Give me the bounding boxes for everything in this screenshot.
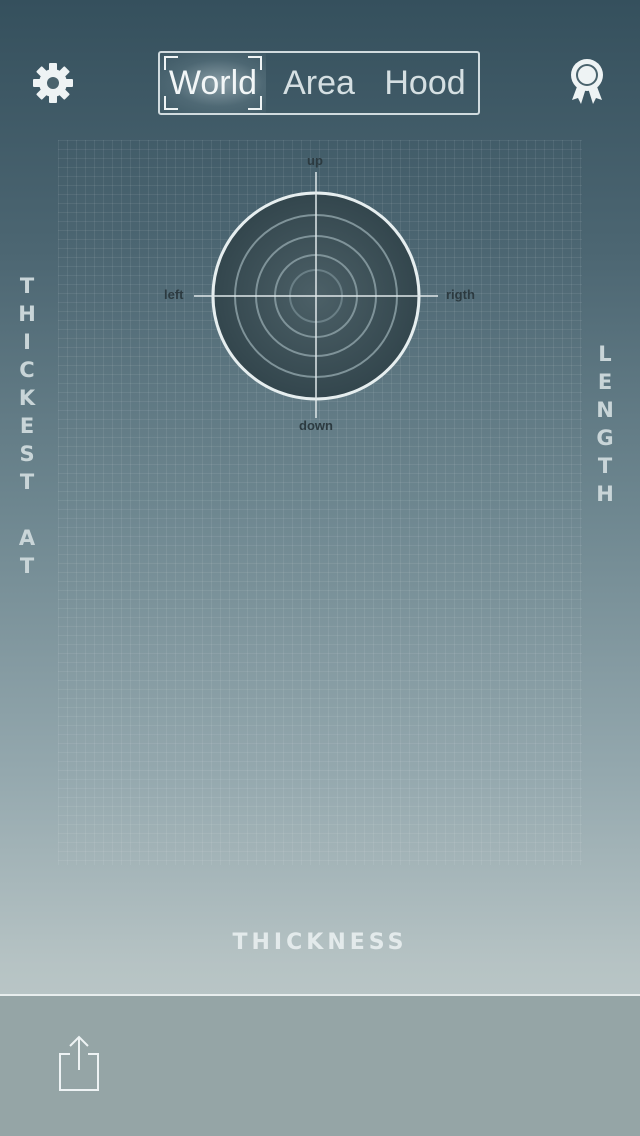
- tab-world-label: World: [168, 63, 258, 102]
- radar-label-down: down: [299, 418, 333, 433]
- background-grid: [58, 140, 582, 865]
- tab-hood-label: Hood: [384, 63, 466, 102]
- tab-hood[interactable]: Hood: [372, 53, 478, 113]
- award-ribbon-icon[interactable]: [568, 58, 606, 106]
- focus-corner: [248, 56, 262, 70]
- radar-label-up: up: [307, 153, 323, 168]
- focus-corner: [164, 56, 178, 70]
- radar-label-left: left: [164, 287, 184, 302]
- tab-area[interactable]: Area: [266, 53, 372, 113]
- focus-corner: [164, 96, 178, 110]
- scope-segmented-control: World Area Hood: [158, 51, 480, 115]
- length-axis-label: L E N G T H: [596, 342, 614, 506]
- radar-label-right: rigth: [446, 287, 475, 302]
- thickest-at-axis-label: T H I C K E S T A T: [18, 274, 36, 578]
- share-icon[interactable]: [56, 1034, 102, 1092]
- gear-icon[interactable]: [32, 62, 74, 104]
- thickness-axis-label: THICKNESS: [232, 930, 408, 955]
- tab-world[interactable]: World: [160, 53, 266, 113]
- focus-corner: [248, 96, 262, 110]
- tab-area-label: Area: [283, 63, 355, 102]
